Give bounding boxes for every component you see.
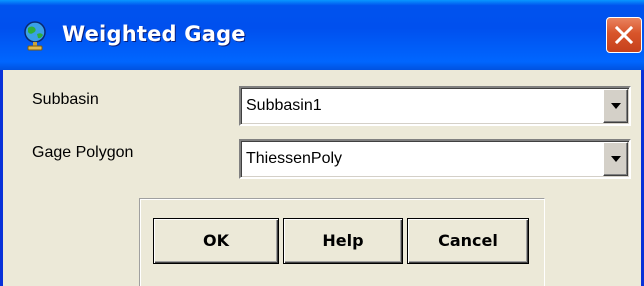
window-title: Weighted Gage (62, 22, 246, 46)
gage-polygon-dropdown-button[interactable] (603, 142, 628, 176)
gage-polygon-label: Gage Polygon (32, 144, 134, 161)
globe-icon (20, 20, 50, 52)
subbasin-dropdown-button[interactable] (603, 89, 628, 123)
subbasin-select[interactable]: Subbasin1 (239, 86, 631, 126)
help-button[interactable]: Help (283, 218, 403, 264)
gage-polygon-value: ThiessenPoly (246, 150, 343, 167)
dialog-window: Weighted Gage Subbasin Subbasin1 Gage Po… (0, 0, 644, 286)
cancel-button[interactable]: Cancel (407, 218, 529, 264)
subbasin-value: Subbasin1 (246, 97, 322, 114)
close-button[interactable] (606, 17, 642, 53)
gage-polygon-select[interactable]: ThiessenPoly (239, 139, 631, 179)
subbasin-label: Subbasin (32, 91, 99, 108)
ok-button[interactable]: OK (153, 218, 279, 264)
title-bar[interactable]: Weighted Gage (0, 0, 644, 70)
